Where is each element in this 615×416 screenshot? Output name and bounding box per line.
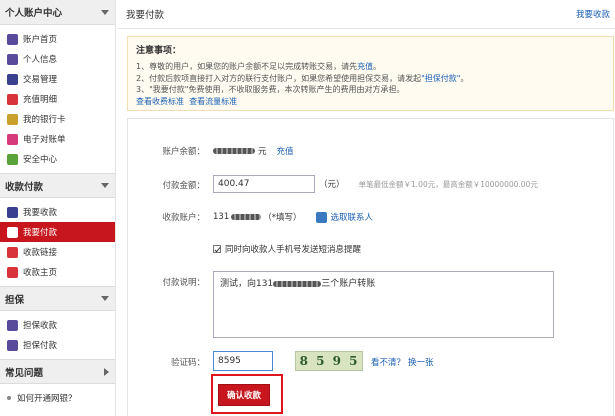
sidebar-item-receive[interactable]: 我要收款 — [0, 202, 115, 222]
captcha-label: 验证码： — [170, 358, 205, 368]
sidebar-item-recharge-detail[interactable]: 充值明细 — [0, 89, 115, 109]
section-title: 个人账户中心 — [5, 8, 63, 19]
section-title: 收款付款 — [5, 181, 44, 193]
sms-notify-label: 同时向收款人手机号发送短消息提醒 — [225, 245, 362, 255]
chevron-down-icon — [101, 183, 109, 188]
chevron-down-icon — [101, 9, 109, 15]
chevron-down-icon — [101, 296, 109, 301]
section-header-faq[interactable]: 常见问题 — [0, 359, 115, 384]
section-title: 常见问题 — [5, 367, 44, 379]
bank-card-icon — [7, 113, 18, 125]
balance-unit: 元 — [258, 147, 267, 157]
section-title: 担保 — [5, 294, 25, 306]
contact-icon[interactable] — [315, 211, 327, 223]
sidebar-item-receive-link[interactable]: 收款链接 — [0, 242, 115, 262]
section-header-guarantee[interactable]: 担保 — [0, 286, 115, 311]
captcha-image[interactable]: 8 5 9 5 — [295, 351, 363, 371]
page-header: 我要付款 我要收款 — [117, 0, 615, 29]
sidebar-item-profile[interactable]: 个人信息 — [0, 49, 115, 69]
balance-value-masked — [213, 148, 255, 154]
recharge-link[interactable]: 充值 — [357, 62, 373, 71]
security-icon — [7, 153, 18, 165]
pay-icon — [7, 226, 18, 238]
traffic-standard-link[interactable]: 查看流量标准 — [189, 97, 237, 106]
sidebar-item-pay[interactable]: 我要付款 — [0, 222, 115, 242]
sidebar-item-receive-homepage[interactable]: 收款主页 — [0, 262, 115, 282]
link-icon — [7, 246, 18, 258]
sidebar-item-transactions[interactable]: 交易管理 — [0, 69, 115, 89]
receive-link[interactable]: 我要收款 — [576, 8, 610, 20]
account-prefix: 131 — [213, 212, 230, 222]
main-content: 我要付款 我要收款 注意事项： 1、尊敬的用户，如果您的账户余额不足以完成转账交… — [117, 0, 615, 416]
amount-unit: （元） — [319, 180, 345, 190]
sidebar-item-security[interactable]: 安全中心 — [0, 149, 115, 169]
amount-hint: 单笔最低金额￥1.00元，最高金额￥10000000.00元 — [358, 179, 538, 189]
guarantee-pay-link[interactable]: "担保付款" — [421, 74, 460, 83]
notice-title: 注意事项： — [136, 46, 182, 56]
guarantee-pay-icon — [7, 339, 18, 351]
page-title: 我要付款 — [126, 10, 165, 21]
guarantee-receive-icon — [7, 319, 18, 331]
notice-line: 1、尊敬的用户，如果您的账户余额不足以完成转账交易，请先充值。 — [136, 62, 382, 71]
section-header-payments[interactable]: 收款付款 — [0, 173, 115, 198]
payment-form: 账户余额： 元 充值 付款金额： 400.47 （元） 单笔最低金额￥1.00元… — [127, 118, 614, 416]
sidebar-item-account-home[interactable]: 账户首页 — [0, 29, 115, 49]
sidebar-item-guarantee-pay[interactable]: 担保付款 — [0, 335, 115, 355]
captcha-refresh-link[interactable]: 换一张 — [408, 356, 434, 368]
receive-icon — [7, 206, 18, 218]
account-note: （*填写） — [263, 213, 302, 223]
notice-line: 2、付款后款项直接打入对方的联行支付账户，如果您希望使用担保交易，请发起"担保付… — [136, 73, 469, 83]
captcha-refresh-hint[interactable]: 看不清？ — [371, 356, 405, 368]
notice-box: 注意事项： 1、尊敬的用户，如果您的账户余额不足以完成转账交易，请先充值。 2、… — [127, 36, 614, 111]
recharge-icon — [7, 93, 18, 105]
fee-standard-link[interactable]: 查看收费标准 — [136, 97, 184, 106]
home-icon — [7, 33, 18, 45]
notice-line: 3、"我要付款"免费使用，不收取服务费，本次转账产生的费用由对方承担。 — [136, 85, 405, 94]
select-contact-link[interactable]: 选取联系人 — [331, 211, 374, 223]
sms-notify-checkbox[interactable] — [213, 245, 221, 253]
amount-input[interactable]: 400.47 — [213, 175, 315, 193]
sidebar-item-statement[interactable]: 电子对账单 — [0, 129, 115, 149]
sidebar-item-bank-cards[interactable]: 我的银行卡 — [0, 109, 115, 129]
statement-icon — [7, 133, 18, 145]
user-icon — [7, 53, 18, 65]
amount-label: 付款金额： — [162, 181, 205, 191]
captcha-input[interactable]: 8595 — [213, 351, 273, 371]
account-label: 收款账户： — [162, 213, 205, 223]
remark-textarea[interactable]: 测试，向131 三个账户转账 — [213, 271, 554, 338]
confirm-button[interactable]: 确认收款 — [218, 384, 270, 406]
bullet-icon — [7, 396, 11, 400]
notice-links: 查看收费标准 查看流量标准 — [136, 96, 605, 108]
transaction-icon — [7, 73, 18, 85]
account-masked — [231, 214, 262, 220]
faq-item[interactable]: 如何开通网银？ — [0, 388, 115, 408]
chevron-right-icon — [104, 367, 109, 376]
balance-recharge-link[interactable]: 充值 — [277, 145, 294, 157]
remark-masked — [273, 280, 322, 287]
sidebar-item-guarantee-receive[interactable]: 担保收款 — [0, 315, 115, 335]
remark-label: 付款说明： — [162, 278, 205, 288]
balance-label: 账户余额： — [162, 147, 205, 157]
homepage-icon — [7, 266, 18, 278]
section-header-account-center[interactable]: 个人账户中心 — [0, 0, 115, 25]
sidebar: 个人账户中心 账户首页 个人信息 交易管理 充值明细 我的银行卡 电子对账单 安… — [0, 0, 116, 416]
